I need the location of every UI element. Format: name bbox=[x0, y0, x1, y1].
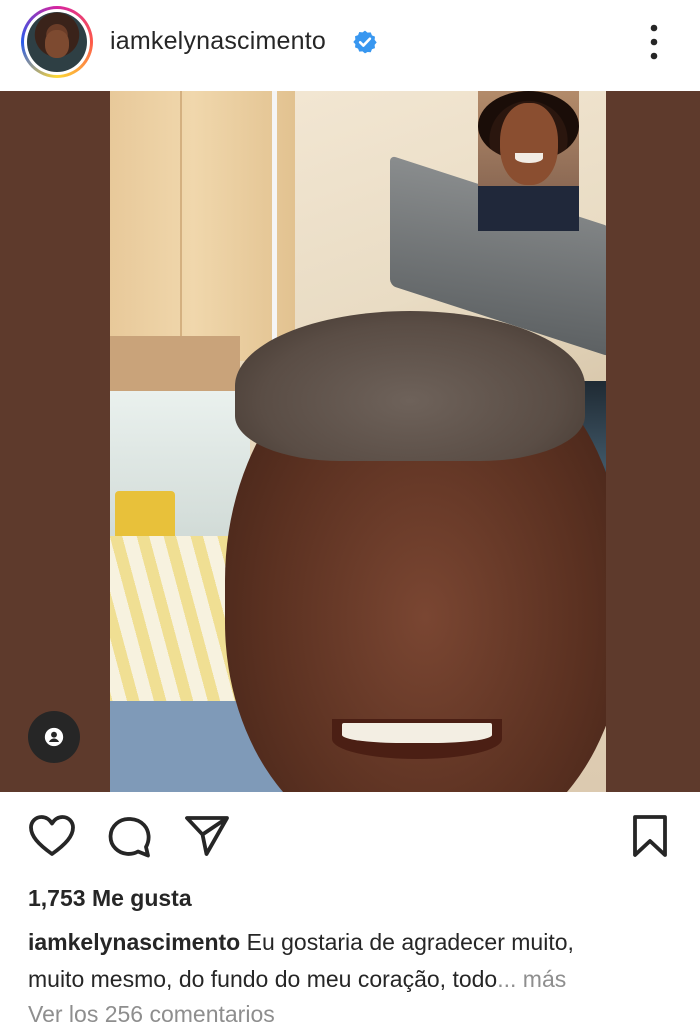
post-media[interactable] bbox=[0, 91, 700, 792]
like-count[interactable]: 1,753 Me gusta bbox=[28, 885, 192, 912]
more-link[interactable]: más bbox=[523, 966, 566, 992]
pip-smile bbox=[515, 153, 543, 163]
caption-text-line2: muito mesmo, do fundo do meu coração, to… bbox=[28, 966, 498, 992]
heart-icon[interactable] bbox=[28, 814, 76, 858]
video-call-screenshot bbox=[110, 91, 606, 792]
user-tag-icon bbox=[44, 727, 64, 747]
yellow-object bbox=[115, 491, 175, 541]
profile-avatar[interactable] bbox=[21, 6, 93, 78]
man-hair bbox=[235, 311, 585, 461]
wall-seam bbox=[180, 91, 182, 361]
verified-badge-icon bbox=[353, 30, 377, 54]
avatar-image bbox=[27, 12, 87, 72]
bookmark-icon[interactable] bbox=[630, 814, 670, 858]
user-tag-button[interactable] bbox=[28, 711, 80, 763]
comment-icon[interactable] bbox=[106, 814, 152, 860]
post-actions bbox=[0, 792, 700, 882]
wall-panel bbox=[110, 91, 295, 361]
pip-body bbox=[478, 186, 579, 231]
teeth bbox=[342, 723, 492, 743]
post-header: iamkelynascimento bbox=[0, 0, 700, 91]
avatar-inner bbox=[24, 9, 90, 75]
shelf bbox=[110, 336, 240, 396]
view-comments-link[interactable]: Ver los 256 comentarios bbox=[28, 1001, 275, 1028]
caption-text-line1: Eu gostaria de agradecer muito, bbox=[246, 929, 574, 955]
username[interactable]: iamkelynascimento bbox=[110, 27, 326, 56]
caption-username[interactable]: iamkelynascimento bbox=[28, 929, 240, 955]
caption: iamkelynascimento Eu gostaria de agradec… bbox=[28, 924, 678, 998]
more-options-button[interactable] bbox=[640, 20, 668, 64]
send-icon[interactable] bbox=[184, 814, 230, 858]
pip-video-thumbnail bbox=[478, 91, 579, 231]
caption-ellipsis: ... bbox=[497, 966, 517, 992]
pip-face bbox=[500, 103, 558, 185]
